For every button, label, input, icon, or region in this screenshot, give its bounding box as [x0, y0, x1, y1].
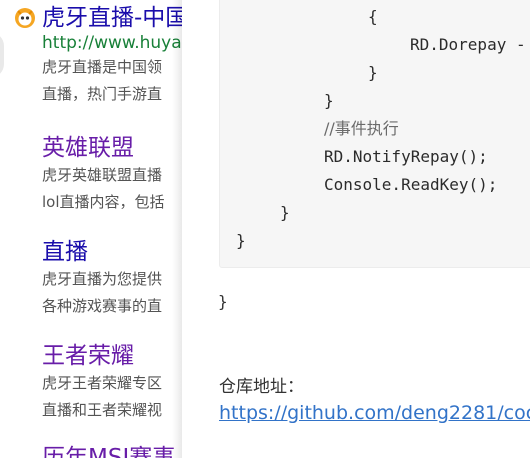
result-title-link[interactable]: 虎牙直播-中国 — [42, 4, 182, 32]
repo-link[interactable]: https://github.com/deng2281/coc — [219, 402, 530, 424]
code-closing-brace: } — [218, 292, 228, 311]
result-snippet-line: lol直播内容，包括 — [42, 193, 165, 211]
search-result: 直播 虎牙直播为您提供 各种游戏赛事的直 — [42, 238, 182, 320]
result-title-link[interactable]: 历年MSI赛事 — [42, 444, 182, 458]
result-snippet-line: 直播和王者荣耀视 — [42, 401, 163, 419]
result-snippet-line: 直播，热门手游直 — [42, 85, 163, 103]
code-line: Console.ReadKey(); — [324, 175, 498, 194]
code-line: } — [280, 203, 290, 222]
code-comment: //事件执行 — [324, 119, 399, 138]
result-snippet-line: 虎牙王者荣耀专区 — [42, 374, 163, 392]
code-block: { RD.Dorepay - } } //事件执行 RD.NotifyRepay… — [219, 0, 530, 268]
code-line: } — [236, 231, 246, 250]
code-line: } — [368, 63, 378, 82]
search-result: 虎牙直播-中国 http://www.huya 虎牙直播是中国领 直播，热门手游… — [42, 4, 182, 108]
search-results-pane: 虎牙直播-中国 http://www.huya 虎牙直播是中国领 直播，热门手游… — [0, 0, 182, 458]
search-result: 英雄联盟 虎牙英雄联盟直播 lol直播内容，包括 — [42, 134, 182, 216]
search-result: 王者荣耀 虎牙王者荣耀专区 直播和王者荣耀视 — [42, 342, 182, 424]
result-snippet-line: 各种游戏赛事的直 — [42, 297, 163, 315]
result-snippet-line: 虎牙英雄联盟直播 — [42, 166, 163, 184]
side-scroll-indicator — [0, 32, 4, 78]
repo-label: 仓库地址： — [219, 377, 304, 397]
code-line: RD.NotifyRepay(); — [324, 147, 488, 166]
code-line: RD.Dorepay - — [410, 35, 526, 54]
result-title-link[interactable]: 王者荣耀 — [42, 342, 182, 370]
result-title-link[interactable]: 直播 — [42, 238, 182, 266]
search-result: 历年MSI赛事 — [42, 444, 182, 458]
result-snippet-line: 虎牙直播为您提供 — [42, 270, 163, 288]
article-pane: { RD.Dorepay - } } //事件执行 RD.NotifyRepay… — [182, 0, 530, 458]
result-url: http://www.huya — [42, 33, 182, 53]
code-line: { — [368, 7, 378, 26]
huya-tiger-icon — [15, 8, 35, 28]
result-title-link[interactable]: 英雄联盟 — [42, 134, 182, 162]
code-line: } — [324, 91, 334, 110]
result-snippet-line: 虎牙直播是中国领 — [42, 58, 163, 76]
